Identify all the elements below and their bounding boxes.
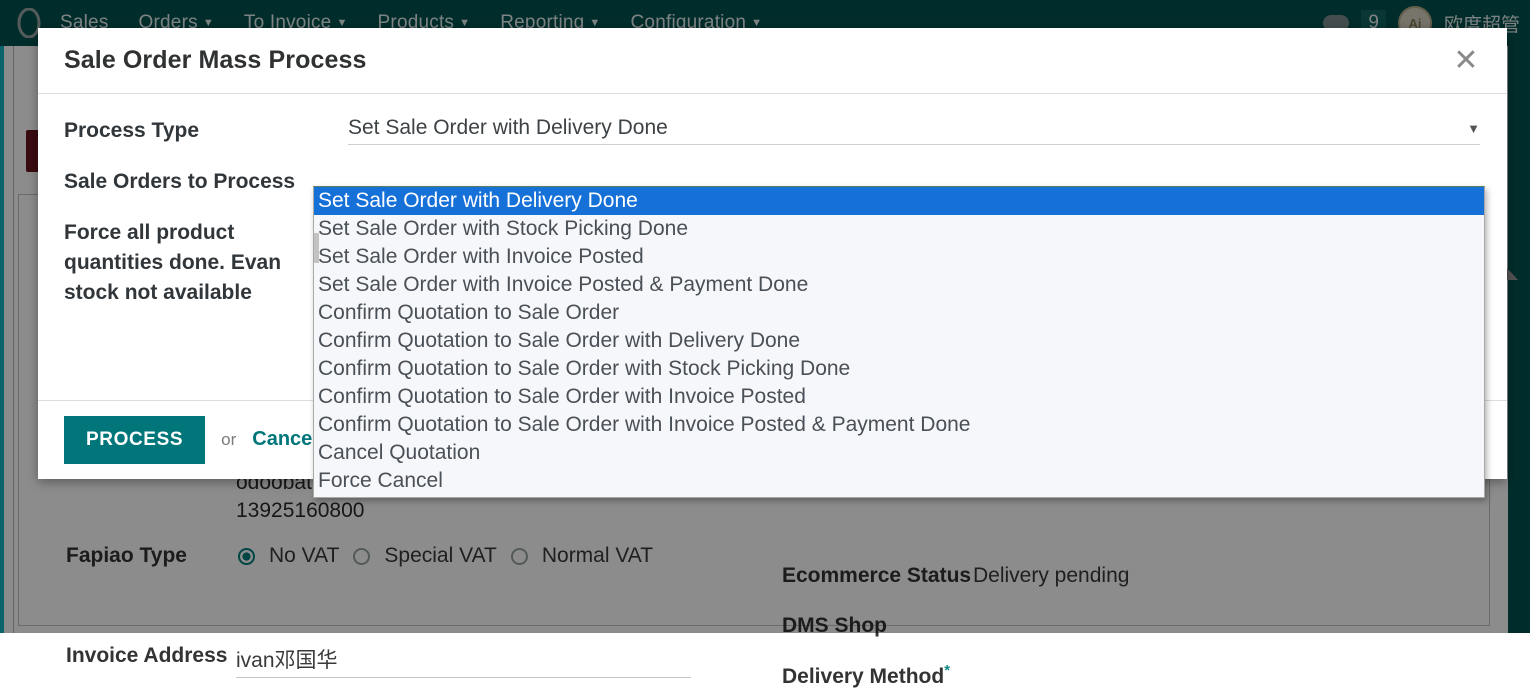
close-icon[interactable]: ✕ [1449,44,1483,78]
cancel-button[interactable]: Cancel [252,428,318,451]
process-type-options-list[interactable]: Set Sale Order with Delivery DoneSet Sal… [313,186,1485,498]
dialog-header: Sale Order Mass Process ✕ [38,28,1507,94]
option-item[interactable]: Set Sale Order with Stock Picking Done [314,215,1484,243]
force-quantities-label: Force all product quantities done. Evan … [64,218,304,308]
invoice-address-value[interactable]: ivan邓国华 [236,644,338,674]
or-separator-label: or [221,430,236,450]
option-item[interactable]: Set Sale Order with Invoice Posted [314,243,1484,271]
delivery-method-label-text: Delivery Method [782,665,944,688]
field-row-sale-orders: Sale Orders to Process [64,167,304,197]
process-type-label: Process Type [64,116,304,146]
process-type-select[interactable]: Set Sale Order with Delivery Done ▼ [348,116,1480,145]
invoice-address-label: Invoice Address [66,644,227,668]
option-item[interactable]: Confirm Quotation to Sale Order with Del… [314,327,1484,355]
process-type-selected-value: Set Sale Order with Delivery Done [348,116,668,140]
delivery-method-label: Delivery Method* [782,662,950,689]
dialog-title: Sale Order Mass Process [64,46,366,75]
field-row-process-type: Process Type [64,116,304,146]
process-button[interactable]: PROCESS [64,416,205,464]
option-item[interactable]: Confirm Quotation to Sale Order with Inv… [314,411,1484,439]
option-item[interactable]: Confirm Quotation to Sale Order with Inv… [314,383,1484,411]
options-scroll-thumb[interactable] [314,233,319,263]
option-item[interactable]: Set Sale Order with Invoice Posted & Pay… [314,271,1484,299]
field-row-force-quantities: Force all product quantities done. Evan … [64,218,304,308]
option-item[interactable]: Confirm Quotation to Sale Order with Sto… [314,355,1484,383]
options-scrollbar[interactable] [314,187,319,497]
chevron-down-icon: ▼ [1467,121,1480,136]
process-type-select-display[interactable]: Set Sale Order with Delivery Done ▼ [348,116,1480,145]
sale-orders-to-process-label: Sale Orders to Process [64,167,304,197]
invoice-address-underline [236,677,691,678]
option-item[interactable]: Set Sale Order with Delivery Done [314,187,1484,215]
option-item[interactable]: Cancel Quotation [314,439,1484,467]
option-item[interactable]: Force Cancel [314,467,1484,495]
required-star-icon: * [944,662,950,679]
option-item[interactable]: Confirm Quotation to Sale Order [314,299,1484,327]
